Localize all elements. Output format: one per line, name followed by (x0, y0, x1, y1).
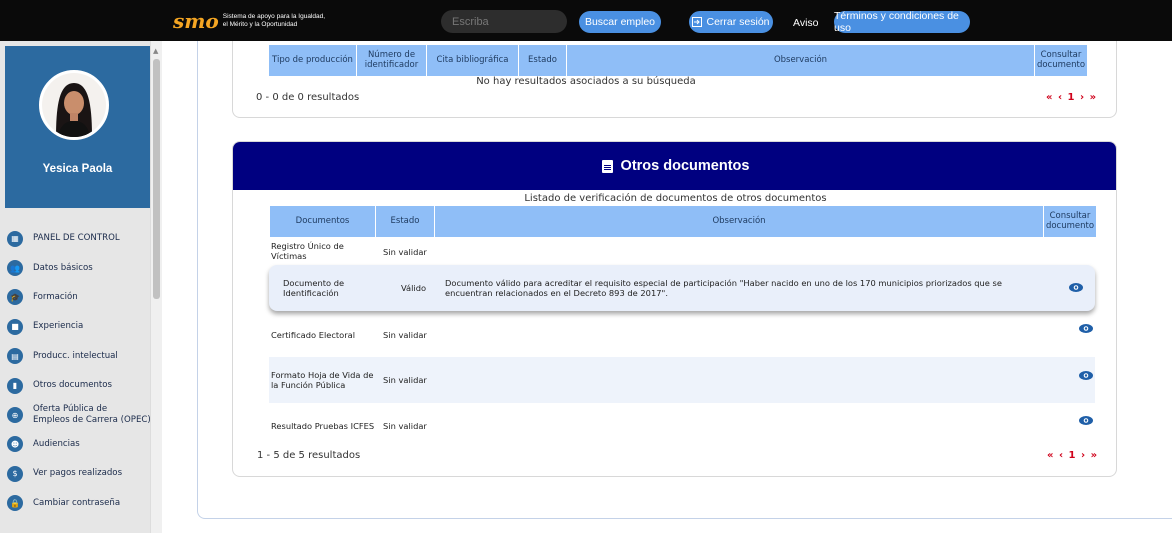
sidebar-item-label: Otros documentos (33, 380, 113, 391)
sidebar-item-formacion[interactable]: 🎓 Formación (5, 283, 165, 312)
terminos-label: Términos y condiciones de uso (834, 10, 959, 34)
logo[interactable]: smo Sistema de apoyo para la Igualdad, e… (173, 11, 325, 31)
view-document-icon[interactable] (1079, 324, 1093, 333)
view-document-icon[interactable] (1069, 283, 1083, 292)
sidebar-item-panel-de-control[interactable]: ▦ PANEL DE CONTROL (5, 224, 165, 253)
buscar-empleo-label: Buscar empleo (584, 16, 656, 28)
users-icon: 👥 (7, 260, 23, 277)
lock-icon: 🔒 (7, 495, 23, 512)
column-header: Documentos (270, 206, 376, 237)
column-header: Consultar documento (1044, 206, 1097, 237)
sidebar-menu: ▦ PANEL DE CONTROL 👥 Datos básicos 🎓 For… (5, 224, 165, 518)
row-estado: Sin validar (383, 247, 427, 257)
terminos-button[interactable]: Términos y condiciones de uso (834, 10, 970, 34)
row-documento: Documento de Identificación (283, 278, 345, 298)
list-title: Listado de verificación de documentos de… (524, 193, 827, 204)
column-header: Tipo de producción (269, 45, 357, 76)
column-header: Cita bibliográfica (427, 45, 519, 76)
table-row[interactable]: Documento de Identificación Válido Docum… (269, 265, 1095, 311)
sidebar-item-label: Oferta Pública de (33, 404, 108, 415)
sidebar-item-audiencias[interactable]: ☻ Audiencias (5, 430, 165, 459)
logo-mark: smo (173, 9, 219, 33)
sidebar-item-opec[interactable]: ⊕ Oferta Pública de Empleos de Carrera (… (5, 400, 165, 429)
sidebar-item-label: Audiencias (33, 438, 80, 449)
row-estado: Sin validar (383, 421, 427, 431)
results-count: 0 - 0 de 0 resultados (256, 92, 360, 103)
row-estado: Sin validar (383, 375, 427, 385)
column-header: Número de identificador (357, 45, 427, 76)
aviso-link[interactable]: Aviso (793, 17, 819, 29)
produccion-table-header: Tipo de producción Número de identificad… (269, 45, 1088, 76)
sidebar-item-datos-basicos[interactable]: 👥 Datos básicos (5, 253, 165, 282)
otros-table-header: Documentos Estado Observación Consultar … (270, 206, 1097, 237)
graduation-icon: 🎓 (7, 289, 23, 306)
scroll-up-icon[interactable]: ▲ (153, 47, 158, 55)
column-header: Consultar documento (1035, 45, 1088, 76)
profile-panel: Yesica Paola (5, 46, 150, 208)
dashboard-icon: ▦ (7, 230, 23, 247)
logo-line1: Sistema de apoyo para la Igualdad, (222, 13, 326, 20)
table-row: Registro Único de Víctimas Sin validar (269, 240, 1095, 264)
sidebar-item-cambiar-contrasena[interactable]: 🔒 Cambiar contraseña (5, 489, 165, 518)
column-header: Estado (519, 45, 567, 76)
sidebar-item-ver-pagos[interactable]: $ Ver pagos realizados (5, 459, 165, 488)
cerrar-sesion-button[interactable]: Cerrar sesión (689, 11, 773, 33)
sidebar-item-label: Producc. intelectual (33, 350, 118, 361)
pagination[interactable]: « ‹ 1 › » (1046, 92, 1097, 103)
no-results-message: No hay resultados asociados a su búsqued… (476, 76, 696, 87)
book-icon: ▤ (7, 348, 23, 365)
pagination[interactable]: « ‹ 1 › » (1047, 450, 1098, 461)
sidebar-item-label: Cambiar contraseña (33, 497, 121, 508)
sidebar-item-experiencia[interactable]: ■ Experiencia (5, 312, 165, 341)
logo-line2: el Mérito y la Oportunidad (222, 21, 298, 28)
view-document-icon[interactable] (1079, 371, 1093, 380)
document-icon: ▮ (7, 377, 23, 394)
document-icon (601, 159, 613, 173)
audience-icon: ☻ (7, 436, 23, 453)
sidebar-item-label: Formación (33, 291, 78, 302)
sidebar-item-label: PANEL DE CONTROL (33, 233, 120, 244)
sidebar-item-label-2: Empleos de Carrera (OPEC) (33, 415, 151, 426)
table-row: Certificado Electoral Sin validar (269, 313, 1095, 357)
column-header: Estado (376, 206, 435, 237)
row-estado: Sin validar (383, 330, 427, 340)
sidebar-item-producc-intelectual[interactable]: ▤ Producc. intelectual (5, 342, 165, 371)
profile-name: Yesica Paola (42, 163, 113, 175)
dollar-icon: $ (7, 465, 23, 482)
column-header: Observación (567, 45, 1035, 76)
table-row: Formato Hoja de Vida de la Función Públi… (269, 357, 1095, 403)
otros-documentos-header: Otros documentos (233, 142, 1116, 190)
sidebar-item-label: Datos básicos (33, 262, 93, 273)
table-row: Resultado Pruebas ICFES Sin validar (269, 404, 1095, 446)
row-documento: Formato Hoja de Vida de la Función Públi… (271, 370, 374, 390)
row-estado: Válido (401, 283, 427, 293)
otros-documentos-card: Otros documentos Listado de verificación… (232, 141, 1117, 477)
cerrar-sesion-label: Cerrar sesión (706, 16, 770, 28)
sidebar-item-otros-documentos[interactable]: ▮ Otros documentos (5, 371, 165, 400)
row-documento: Certificado Electoral (271, 330, 356, 340)
sidebar-item-label: Experiencia (33, 321, 84, 332)
logout-icon (692, 17, 703, 27)
top-bar: smo Sistema de apoyo para la Igualdad, e… (0, 0, 1172, 41)
sidebar-item-label: Ver pagos realizados (33, 468, 123, 479)
row-documento: Registro Único de Víctimas (271, 241, 344, 261)
view-document-icon[interactable] (1079, 416, 1093, 425)
row-observacion: Documento válido para acreditar el requi… (445, 278, 1002, 298)
globe-icon: ⊕ (7, 407, 23, 424)
row-documento: Resultado Pruebas ICFES (271, 421, 375, 431)
column-header: Observación (435, 206, 1044, 237)
briefcase-icon: ■ (7, 318, 23, 335)
search-input[interactable] (441, 10, 567, 33)
results-count: 1 - 5 de 5 resultados (257, 450, 361, 461)
buscar-empleo-button[interactable]: Buscar empleo (579, 11, 661, 33)
otros-documentos-title: Otros documentos (620, 158, 750, 174)
